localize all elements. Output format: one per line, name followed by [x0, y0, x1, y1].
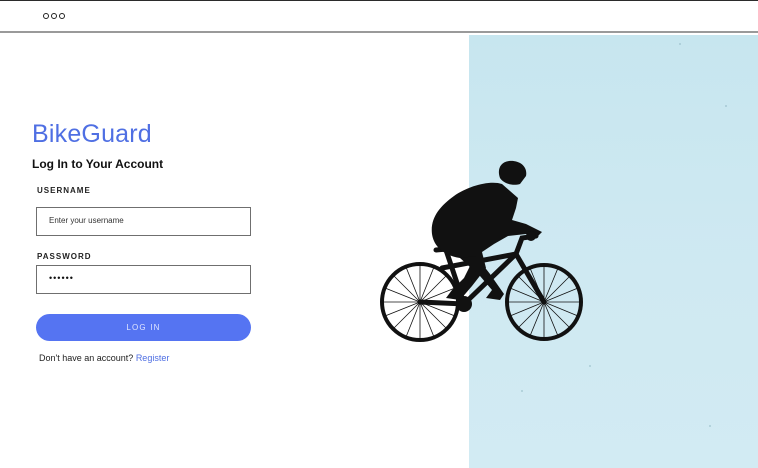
password-input[interactable]: ••••••: [36, 265, 251, 294]
login-title: Log In to Your Account: [32, 157, 164, 171]
username-placeholder: Enter your username: [49, 216, 124, 225]
dot-icon: [43, 13, 49, 19]
register-link[interactable]: Register: [136, 353, 170, 363]
cyclist-illustration-icon: [380, 160, 583, 342]
window-titlebar: [0, 0, 758, 33]
password-value: ••••••: [49, 273, 74, 283]
register-prompt: Don't have an account? Register: [39, 353, 169, 363]
brand-logo: BikeGuard: [32, 120, 152, 148]
no-account-text: Don't have an account?: [39, 353, 134, 363]
dot-icon: [51, 13, 57, 19]
window-menu-dots-icon[interactable]: [43, 13, 65, 19]
login-button-label: LOG IN: [126, 323, 161, 332]
username-label: USERNAME: [37, 186, 91, 195]
dot-icon: [59, 13, 65, 19]
username-input[interactable]: Enter your username: [36, 207, 251, 236]
password-label: PASSWORD: [37, 252, 92, 261]
login-button[interactable]: LOG IN: [36, 314, 251, 341]
